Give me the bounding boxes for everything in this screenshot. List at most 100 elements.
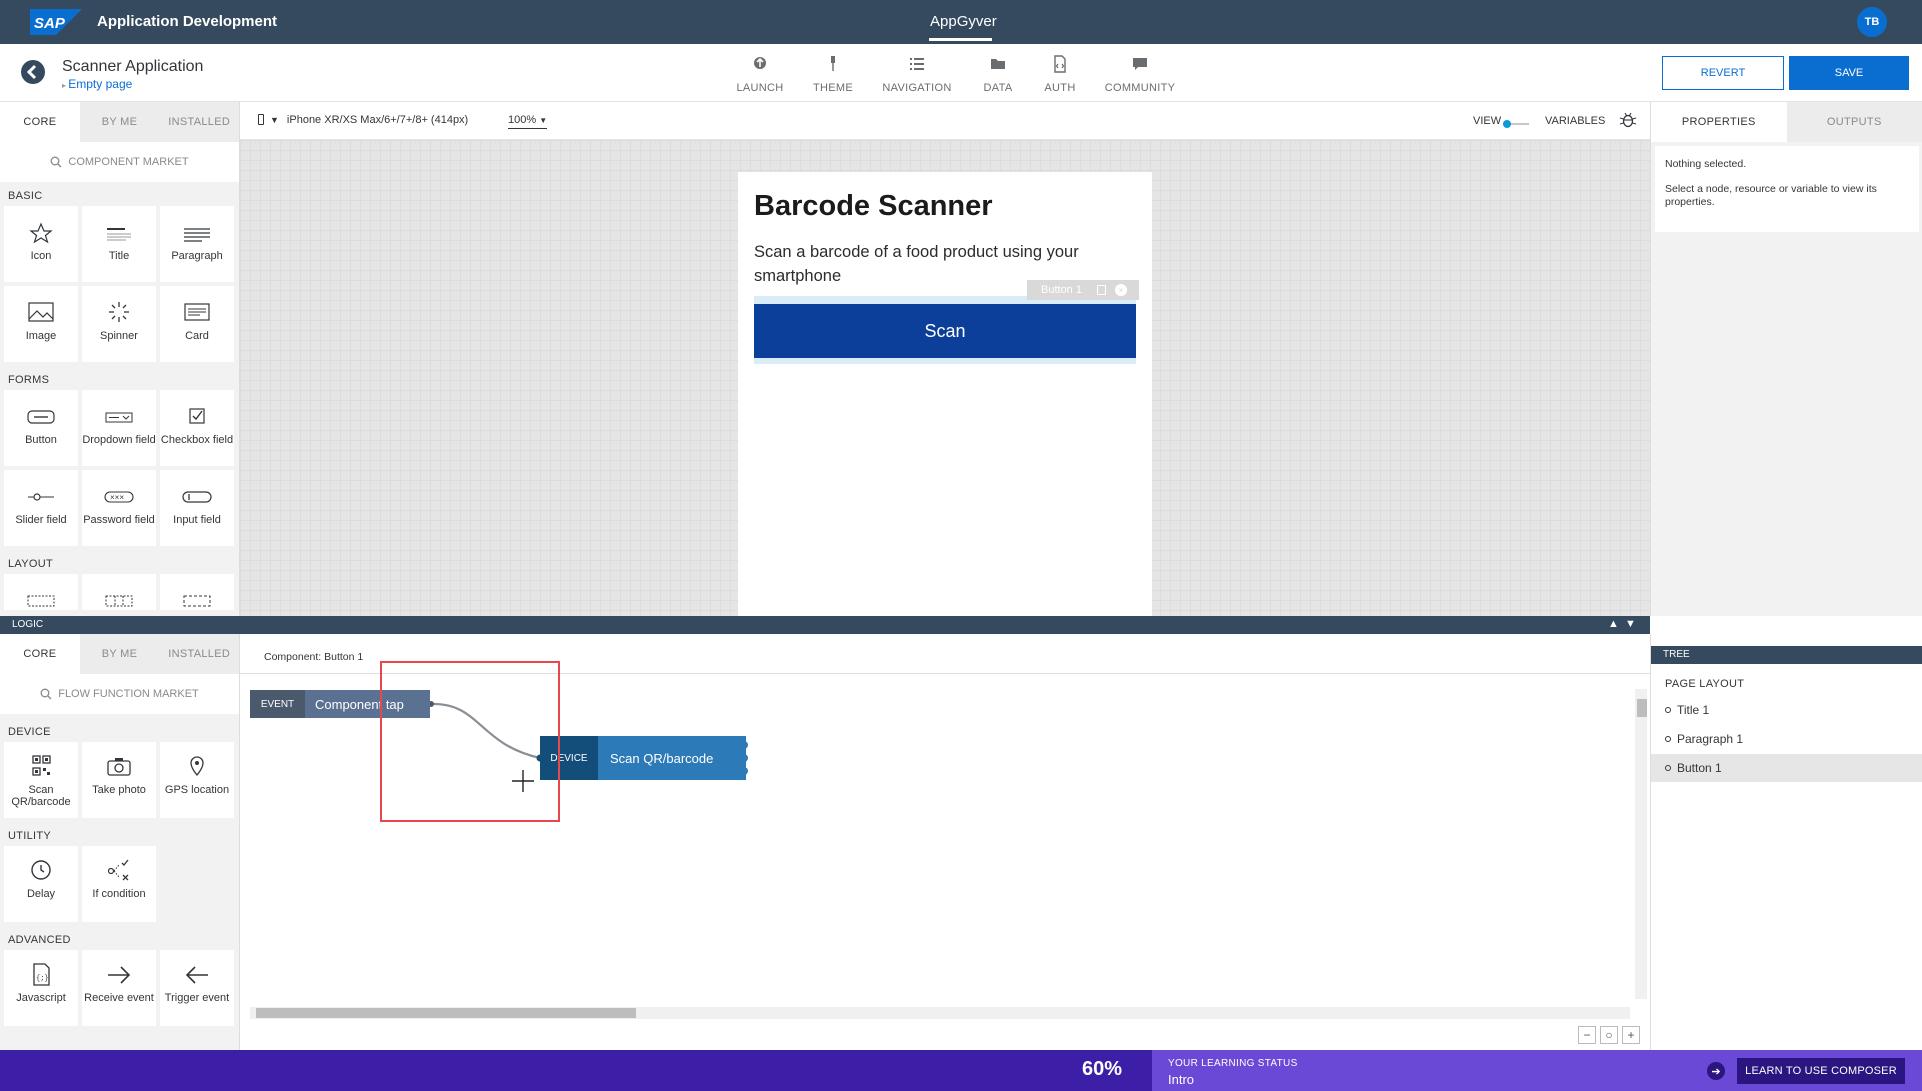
revert-button[interactable]: REVERT <box>1662 56 1784 90</box>
canvas-toolbar: ▼ iPhone XR/XS Max/6+/7+/8+ (414px) 100% … <box>240 102 1650 140</box>
tab-properties[interactable]: PROPERTIES <box>1651 102 1787 142</box>
card-icon <box>184 303 210 321</box>
device-node[interactable]: DEVICE Scan QR/barcode <box>536 736 748 780</box>
vertical-scroll-thumb[interactable] <box>1637 699 1647 717</box>
tile-dropdown-field[interactable]: Dropdown field <box>82 390 156 466</box>
component-tabs: CORE BY ME INSTALLED <box>0 102 239 142</box>
tile-input-field[interactable]: Input field <box>160 470 234 546</box>
zoom-in-icon[interactable]: + <box>1622 1026 1640 1044</box>
page-selector[interactable]: ▸ Empty page <box>62 77 132 91</box>
view-variables-toggle[interactable] <box>1502 117 1530 128</box>
tile-image[interactable]: Image <box>4 286 78 362</box>
tile-spinner[interactable]: Spinner <box>82 286 156 362</box>
flow-tab-by-me[interactable]: BY ME <box>80 634 160 674</box>
container-icon <box>27 595 55 607</box>
tab-by-me[interactable]: BY ME <box>80 102 160 142</box>
chevron-down-icon: ▼ <box>539 116 548 125</box>
tile-delay[interactable]: Delay <box>4 846 78 922</box>
preview-scan-button[interactable]: Scan <box>754 304 1136 358</box>
tile-scan-qr[interactable]: Scan QR/barcode <box>4 742 78 818</box>
node-dot-icon <box>1665 765 1671 771</box>
svg-text:{;}: {;} <box>36 975 49 983</box>
logic-horizontal-scrollbar[interactable] <box>250 1007 1630 1019</box>
nav-auth[interactable]: AUTH <box>1020 52 1100 94</box>
tree-item-button-1[interactable]: Button 1 <box>1651 754 1922 782</box>
tile-gps-location[interactable]: GPS location <box>160 742 234 818</box>
collapse-down-icon[interactable]: ▼ <box>1625 618 1636 630</box>
tile-checkbox-field[interactable]: Checkbox field <box>160 390 234 466</box>
tile-slider-field[interactable]: Slider field <box>4 470 78 546</box>
section-layout: LAYOUT <box>8 558 53 570</box>
arrow-right-icon[interactable]: ➔ <box>1707 1062 1725 1080</box>
nav-community[interactable]: COMMUNITY <box>1100 52 1180 94</box>
sap-logo[interactable]: SAP <box>30 9 82 35</box>
tile-trigger-event[interactable]: Trigger event <box>160 950 234 1026</box>
tile-layout-1[interactable] <box>4 574 78 610</box>
device-select[interactable]: ▼ iPhone XR/XS Max/6+/7+/8+ (414px) <box>258 114 468 126</box>
product-tab[interactable]: AppGyver <box>930 13 997 30</box>
tile-layout-3[interactable] <box>160 574 234 610</box>
section-device: DEVICE <box>8 726 51 738</box>
learning-status-value: Intro <box>1168 1072 1195 1087</box>
appgyver-back-icon[interactable] <box>20 59 46 85</box>
javascript-file-icon: {;} <box>33 963 50 986</box>
nav-launch[interactable]: LAUNCH <box>720 52 800 94</box>
learning-status-bar: 60% YOUR LEARNING STATUS Intro ➔ LEARN T… <box>0 1050 1922 1091</box>
component-market-search[interactable]: COMPONENT MARKET <box>0 142 239 182</box>
tile-receive-event[interactable]: Receive event <box>82 950 156 1026</box>
horizontal-scroll-thumb[interactable] <box>256 1008 636 1018</box>
logic-canvas[interactable]: EVENT Component tap DEVICE Scan QR/barco… <box>240 661 1650 1050</box>
zoom-select[interactable]: 100% ▼ <box>508 114 548 129</box>
zoom-reset-icon[interactable]: ○ <box>1600 1026 1618 1044</box>
tab-installed[interactable]: INSTALLED <box>159 102 239 142</box>
nav-navigation[interactable]: NAVIGATION <box>877 52 957 94</box>
tile-card[interactable]: Card <box>160 286 234 362</box>
image-icon <box>28 302 54 322</box>
tree-item-title-1[interactable]: Title 1 <box>1651 696 1922 724</box>
nav-theme[interactable]: THEME <box>793 52 873 94</box>
brush-icon <box>831 56 835 71</box>
scroll-view-icon <box>183 595 211 607</box>
selected-component-name: Button 1 <box>1041 284 1082 296</box>
logic-toggle-arrows[interactable]: ▲ ▼ <box>1608 618 1636 630</box>
expand-up-icon[interactable]: ▲ <box>1608 618 1619 630</box>
selected-component-tag: Button 1 × <box>1027 280 1139 300</box>
output-ports[interactable] <box>742 736 750 780</box>
tile-take-photo[interactable]: Take photo <box>82 742 156 818</box>
tile-layout-2[interactable] <box>82 574 156 610</box>
arrow-left-icon <box>185 966 208 984</box>
tab-core[interactable]: CORE <box>0 102 80 142</box>
tile-button[interactable]: Button <box>4 390 78 466</box>
tab-outputs[interactable]: OUTPUTS <box>1787 102 1922 142</box>
input-icon <box>182 491 212 503</box>
user-avatar[interactable]: TB <box>1857 7 1887 37</box>
logic-bar[interactable]: LOGIC <box>0 616 1650 634</box>
tile-password-field[interactable]: ××× Password field <box>82 470 156 546</box>
save-button[interactable]: SAVE <box>1789 56 1909 90</box>
phone-preview: Barcode Scanner Scan a barcode of a food… <box>738 172 1152 616</box>
tile-paragraph[interactable]: Paragraph <box>160 206 234 282</box>
paragraph-icon <box>184 228 210 242</box>
flow-function-market-search[interactable]: FLOW FUNCTION MARKET <box>0 674 239 714</box>
flow-tab-installed[interactable]: INSTALLED <box>159 634 239 674</box>
tile-icon[interactable]: Icon <box>4 206 78 282</box>
component-market-placeholder: COMPONENT MARKET <box>68 156 189 168</box>
tile-if-condition[interactable]: If condition <box>82 846 156 922</box>
dropdown-icon <box>105 412 133 423</box>
spinner-icon <box>109 302 129 322</box>
tree-item-paragraph-1[interactable]: Paragraph 1 <box>1651 725 1922 753</box>
debug-icon[interactable] <box>1618 110 1638 130</box>
zoom-out-icon[interactable]: − <box>1578 1026 1596 1044</box>
highlight-box <box>380 661 560 822</box>
tile-title[interactable]: Title <box>82 206 156 282</box>
tile-javascript[interactable]: {;} Javascript <box>4 950 78 1026</box>
location-pin-icon <box>190 756 204 777</box>
duplicate-icon[interactable] <box>1097 285 1106 295</box>
flow-tab-core[interactable]: CORE <box>0 634 80 674</box>
close-circle-icon[interactable]: × <box>1115 284 1127 296</box>
logic-vertical-scrollbar[interactable] <box>1635 689 1647 999</box>
learn-composer-button[interactable]: LEARN TO USE COMPOSER <box>1737 1058 1905 1084</box>
preview-title[interactable]: Barcode Scanner <box>754 190 993 223</box>
event-node-tag: EVENT <box>250 690 305 718</box>
design-canvas[interactable]: Barcode Scanner Scan a barcode of a food… <box>240 140 1650 616</box>
